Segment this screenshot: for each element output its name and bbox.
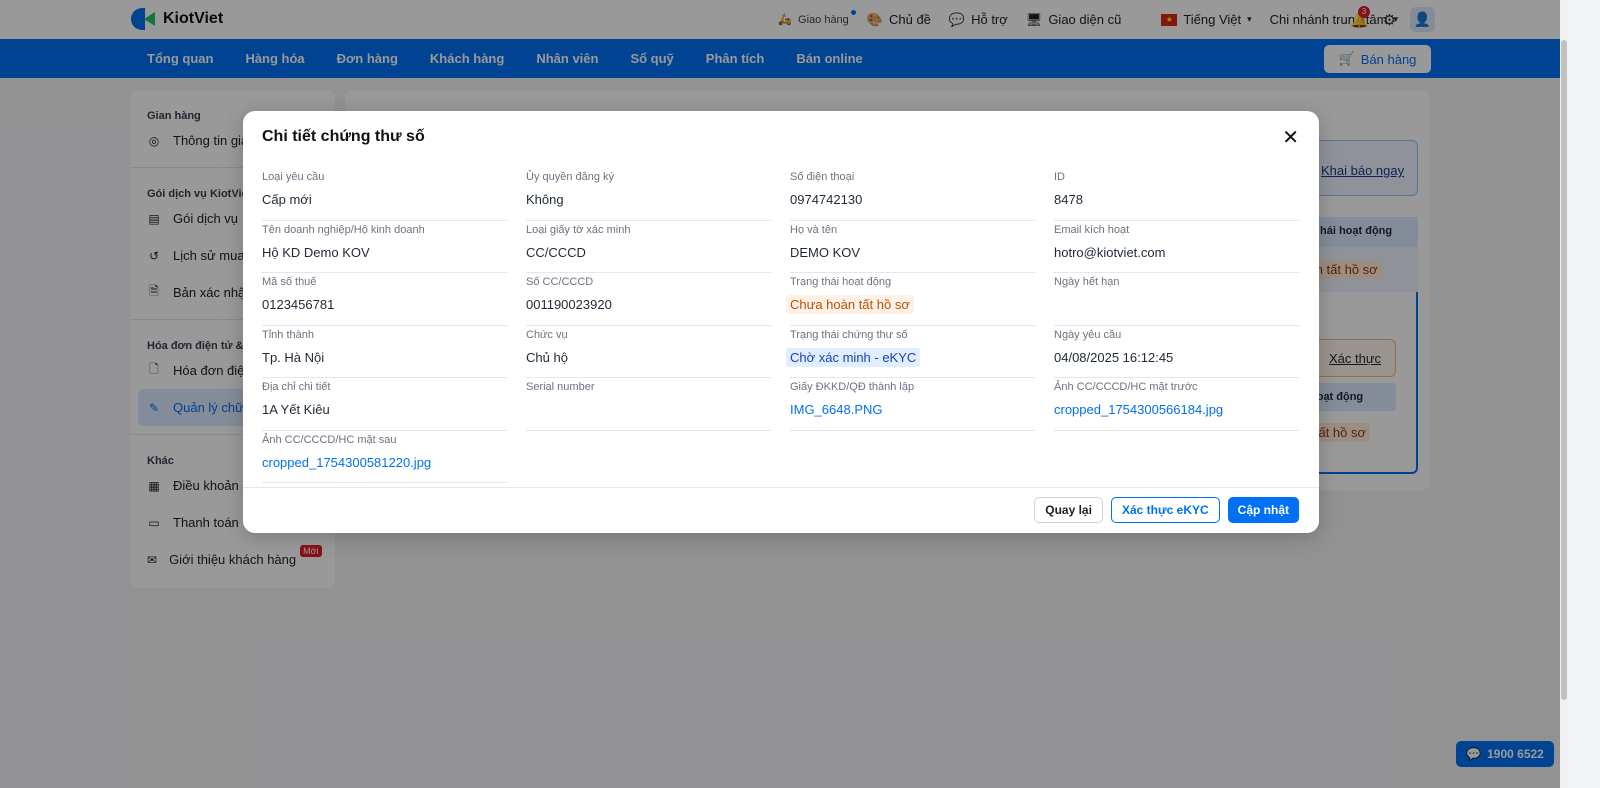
detail-grid: Loại yêu cầu Cấp mới Ủy quyền đăng ký Không… (262, 168, 1300, 483)
field-label: Tỉnh thành (262, 328, 314, 341)
field-value: Hộ KD Demo KOV (262, 244, 370, 260)
detail-field: Ngày yêu cầu 04/08/2025 16:12:45 (1054, 326, 1299, 378)
status-badge: Chờ xác minh - eKYC (786, 347, 921, 367)
detail-field: ID 8478 (1054, 168, 1299, 221)
field-label: Ảnh CC/CCCD/HC mặt trước (1054, 381, 1198, 393)
field-label: Trạng thái hoạt động (790, 276, 892, 288)
detail-field: Tên doanh nghiệp/Hộ kinh doanh Hộ KD Demo… (262, 221, 507, 273)
detail-field: Mã số thuế 0123456781 (262, 273, 507, 326)
field-label: Ảnh CC/CCCD/HC mặt sau (262, 433, 397, 446)
field-label: Loại giấy tờ xác minh (526, 223, 631, 236)
file-link[interactable]: IMG_6648.PNG (790, 402, 883, 417)
field-value: CC/CCCD (526, 244, 586, 260)
detail-field: Serial number (526, 378, 771, 431)
detail-field: Trạng thái chứng thư số Chờ xác minh - eK… (786, 326, 1035, 378)
field-label: Địa chỉ chi tiết (262, 381, 331, 393)
detail-field: Ngày hết hạn (1054, 273, 1299, 326)
ekyc-verify-button[interactable]: Xác thực eKYC (1110, 497, 1220, 523)
field-value: hotro@kiotviet.com (1054, 244, 1166, 260)
field-label: Trạng thái chứng thư số (790, 328, 908, 341)
detail-field: Loại giấy tờ xác minh CC/CCCD (526, 221, 771, 273)
detail-field: Chức vụ Chủ hộ (526, 326, 771, 378)
field-label: Loại yêu cầu (262, 171, 325, 183)
field-value: Chủ hộ (526, 349, 568, 365)
field-label: Email kích hoạt (1054, 223, 1130, 236)
detail-field: Họ và tên DEMO KOV (790, 221, 1035, 273)
file-link[interactable]: cropped_1754300581220.jpg (262, 455, 431, 470)
detail-field: Số CC/CCCD 001190023920 (526, 273, 771, 326)
detail-field: Trạng thái hoạt động Chưa hoàn tất hồ sơ (786, 273, 1035, 326)
detail-field: Tỉnh thành Tp. Hà Nội (262, 326, 507, 378)
update-button[interactable]: Cập nhật (1227, 497, 1299, 523)
field-value: DEMO KOV (790, 244, 861, 260)
detail-field: Email kích hoạt hotro@kiotviet.com (1054, 221, 1299, 273)
field-label: Họ và tên (790, 223, 838, 236)
field-value: 001190023920 (526, 297, 612, 312)
detail-field: Địa chỉ chi tiết 1A Yết Kiêu (262, 378, 507, 431)
status-badge: Chưa hoàn tất hồ sơ (786, 295, 914, 314)
file-link[interactable]: cropped_1754300566184.jpg (1054, 402, 1223, 417)
detail-field: Số điện thoại 0974742130 (790, 168, 1035, 221)
field-label: Chức vụ (526, 328, 568, 341)
field-value: Không (526, 192, 564, 207)
detail-field: Ảnh CC/CCCD/HC mặt sau cropped_1754300581… (262, 431, 507, 483)
field-value: 04/08/2025 16:12:45 (1054, 349, 1174, 365)
detail-field: Ủy quyền đăng ký Không (526, 168, 771, 221)
field-value: 0974742130 (790, 192, 863, 207)
detail-field: Loại yêu cầu Cấp mới (262, 168, 507, 221)
modal-footer-divider (243, 487, 1319, 488)
field-label: Số CC/CCCD (526, 276, 594, 288)
field-label: Giấy ĐKKD/QĐ thành lập (790, 381, 915, 393)
field-value: Cấp mới (262, 192, 312, 207)
close-icon[interactable]: ✕ (1282, 125, 1299, 150)
field-label: Ngày yêu cầu (1054, 328, 1122, 341)
field-label: Ngày hết hạn (1054, 276, 1120, 288)
back-button[interactable]: Quay lại (1034, 497, 1103, 523)
field-label: Số điện thoại (790, 171, 855, 183)
certificate-detail-modal: Chi tiết chứng thư số ✕ Loại yêu cầu Cấp … (243, 111, 1319, 533)
field-value: 0123456781 (262, 297, 335, 312)
field-value: 8478 (1054, 192, 1083, 207)
field-label: Tên doanh nghiệp/Hộ kinh doanh (262, 223, 425, 236)
field-value: Tp. Hà Nội (262, 349, 325, 365)
modal-title: Chi tiết chứng thư số (262, 128, 425, 145)
field-label: Mã số thuế (262, 276, 317, 288)
detail-field: Ảnh CC/CCCD/HC mặt trước cropped_17543005… (1054, 378, 1299, 431)
scrollbar[interactable] (1560, 0, 1568, 788)
field-value: 1A Yết Kiêu (262, 402, 330, 417)
field-label: Ủy quyền đăng ký (526, 171, 615, 183)
field-label: Serial number (526, 381, 595, 393)
detail-field: Giấy ĐKKD/QĐ thành lập IMG_6648.PNG (790, 378, 1035, 431)
field-label: ID (1054, 171, 1065, 183)
